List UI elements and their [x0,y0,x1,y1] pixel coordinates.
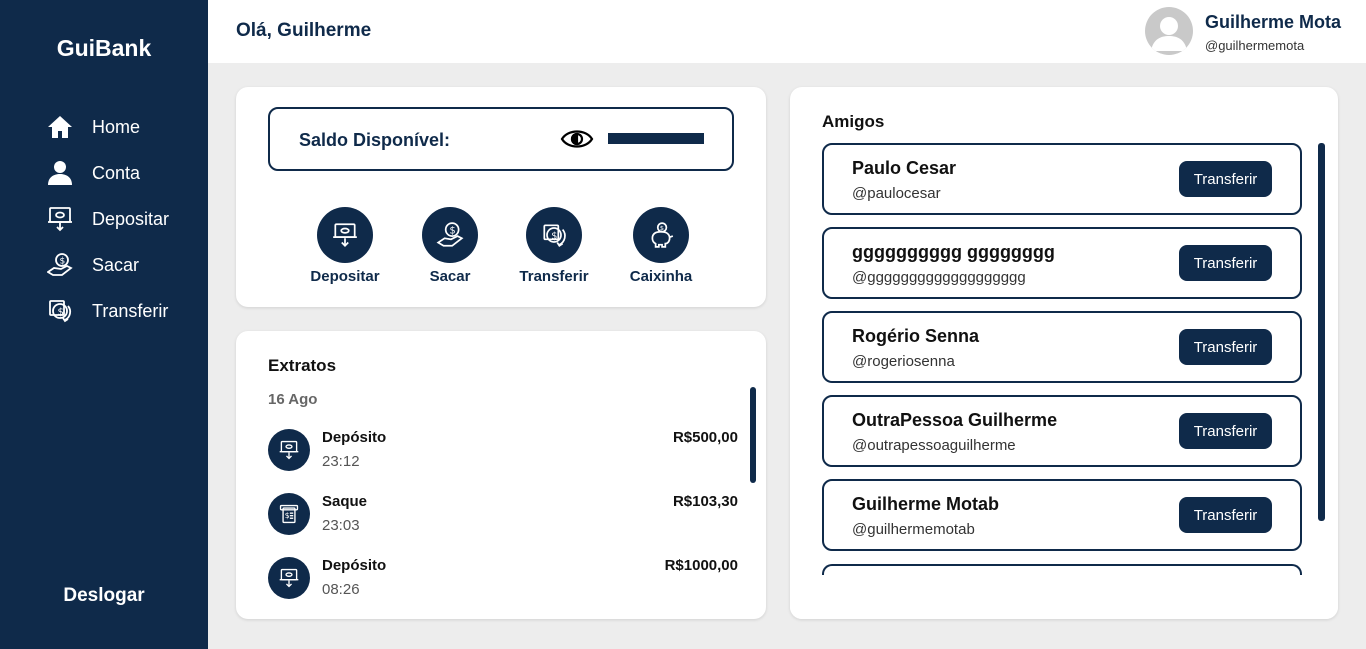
statement-title: Extratos [268,356,337,375]
sidebar-item-depositar[interactable]: Depositar [46,196,169,242]
svg-text:$: $ [551,231,557,242]
svg-text:$: $ [58,307,64,318]
sidebar: GuiBank Home Conta Depositar $ Sacar $ T… [0,0,208,649]
action-label: Sacar [429,268,471,285]
statement-scrollbar[interactable] [750,387,756,483]
transaction-name: Depósito [322,429,387,446]
deposit-icon [46,205,74,233]
action-transferir[interactable]: $ Transferir [509,207,599,285]
greeting-text: Olá, Guilherme [236,20,372,41]
sidebar-item-label: Conta [92,162,141,183]
deposit-icon [268,557,310,599]
transfer-button[interactable]: Transferir [1179,329,1272,365]
atm-icon: $ [268,493,310,535]
friends-scrollbar[interactable] [1318,143,1325,521]
friend-item: Paulo Cesar @paulocesar Transferir [822,143,1302,215]
transaction-amount: R$103,30 [672,493,738,510]
deposit-icon [268,429,310,471]
list-item[interactable]: $ Saque 23:03 R$103,30 [268,493,738,541]
transaction-name: Depósito [322,557,387,574]
transfer-button[interactable]: Transferir [1179,413,1272,449]
friend-handle: @paulocesar [852,185,941,202]
transfer-button[interactable]: Transferir [1179,161,1272,197]
friend-item: Guilherme Motab @guilhermemotab Transfer… [822,479,1302,551]
friends-title: Amigos [822,112,885,131]
list-item[interactable]: Depósito 23:12 R$500,00 [268,429,738,477]
balance-label: Saldo Disponível: [299,130,451,150]
action-caixinha[interactable]: $ Caixinha [616,207,706,285]
action-label: Transferir [519,268,589,285]
transaction-time: 23:03 [322,517,360,534]
friend-handle: @ggggggggggggggggggg [852,269,1026,286]
sidebar-item-conta[interactable]: Conta [46,150,169,196]
sidebar-item-label: Sacar [92,254,140,275]
friend-name: Rogério Senna [852,326,980,346]
transfer-button[interactable]: Transferir [1179,497,1272,533]
friend-item: OutraPessoa Guilherme @outrapessoaguilhe… [822,395,1302,467]
withdraw-icon: $ [46,251,74,279]
user-handle: @guilhermemota [1205,38,1305,53]
piggy-bank-icon: $ [633,207,689,263]
transaction-amount: R$1000,00 [664,557,738,574]
sidebar-item-label: Home [92,116,141,137]
transfer-icon: $ [526,207,582,263]
action-depositar[interactable]: Depositar [300,207,390,285]
sidebar-item-transferir[interactable]: $ Transferir [46,288,169,334]
action-sacar[interactable]: $ Sacar [405,207,495,285]
home-icon [46,113,74,141]
sidebar-item-sacar[interactable]: $ Sacar [46,242,169,288]
friend-name: Paulo Cesar [852,158,957,178]
deposit-icon [317,207,373,263]
friend-name: Guilherme Motab [852,494,1000,514]
svg-text:$: $ [449,225,455,236]
friend-handle: @guilhermemotab [852,521,975,538]
transaction-name: Saque [322,493,368,510]
transfer-icon: $ [46,297,74,325]
user-icon [46,159,74,187]
friend-item: gggggggggg gggggggg @ggggggggggggggggggg… [822,227,1302,299]
sidebar-nav: Home Conta Depositar $ Sacar $ Transferi… [46,104,169,334]
sidebar-item-label: Transferir [92,300,169,321]
sidebar-item-label: Depositar [92,208,170,229]
action-label: Caixinha [629,268,693,285]
friend-handle: @rogeriosenna [852,353,955,370]
balance-hidden-value [608,133,704,144]
brand-logo[interactable]: GuiBank [0,35,208,62]
sidebar-item-home[interactable]: Home [46,104,169,150]
transaction-time: 23:12 [322,453,360,470]
friend-handle: @outrapessoaguilherme [852,437,1016,454]
friend-name: OutraPessoa Guilherme [852,410,1058,430]
logout-button[interactable]: Deslogar [0,585,208,607]
transaction-time: 08:26 [322,581,360,598]
list-item[interactable]: Depósito 08:26 R$1000,00 [268,557,738,605]
transfer-button[interactable]: Transferir [1179,245,1272,281]
statement-date: 16 Ago [268,391,318,408]
friend-name: gggggggggg gggggggg [852,242,1055,262]
svg-text:$: $ [285,511,290,520]
action-label: Depositar [310,268,380,285]
withdraw-icon: $ [422,207,478,263]
eye-icon[interactable] [560,126,594,152]
balance-box: Saldo Disponível: [268,107,734,171]
balance-card: Saldo Disponível: Depositar $ Sacar $ Tr… [236,87,766,307]
transaction-amount: R$500,00 [672,429,738,446]
avatar[interactable] [1145,7,1193,55]
user-name: Guilherme Mota [1205,12,1342,32]
friends-card: Amigos Paulo Cesar @paulocesar Transferi… [790,87,1338,619]
friends-list-clip [790,575,1338,619]
statement-card: Extratos 16 Ago Depósito 23:12 R$500,00 … [236,331,766,619]
top-header: Olá, Guilherme Guilherme Mota @guilherme… [208,0,1366,63]
friend-item: Rogério Senna @rogeriosenna Transferir [822,311,1302,383]
svg-text:$: $ [60,257,66,267]
